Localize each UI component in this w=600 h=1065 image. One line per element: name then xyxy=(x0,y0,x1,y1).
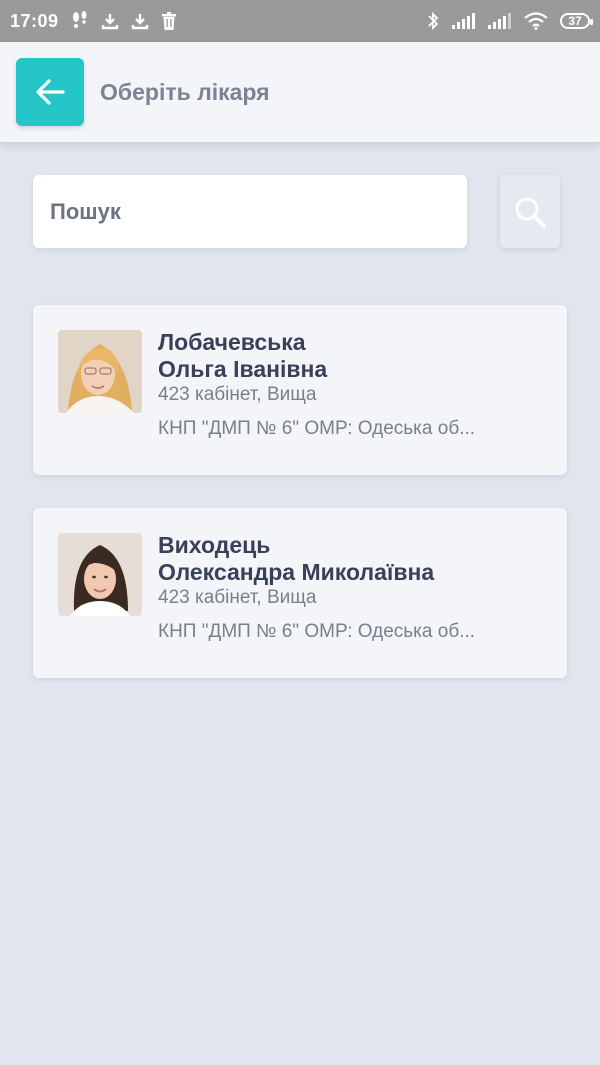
arrow-left-icon xyxy=(35,79,65,105)
footsteps-icon xyxy=(71,11,89,31)
doctor-cabinet: 423 кабінет, Вища xyxy=(158,384,317,405)
doctor-info: Лобачевська Ольга Іванівна 423 кабінет, … xyxy=(158,329,548,441)
signal-icon xyxy=(452,13,476,29)
doctor-name-line2: Ольга Іванівна xyxy=(158,356,328,382)
doctor-organization: КНП "ДМП № 6" ОМР: Одеська об... xyxy=(158,418,476,439)
doctor-card[interactable]: Виходець Олександра Миколаївна 423 кабін… xyxy=(33,508,567,678)
wifi-icon xyxy=(524,12,548,30)
status-bar: 17:09 37 xyxy=(0,0,600,42)
status-time: 17:09 xyxy=(10,10,59,31)
search-button[interactable] xyxy=(500,175,560,248)
search-input[interactable] xyxy=(33,175,467,248)
doctor-name-line2: Олександра Миколаївна xyxy=(158,559,435,585)
doctor-name-line1: Лобачевська xyxy=(158,329,306,355)
status-bar-right: 37 xyxy=(426,11,593,31)
avatar xyxy=(58,330,142,413)
doctor-card[interactable]: Лобачевська Ольга Іванівна 423 кабінет, … xyxy=(33,305,567,475)
download-icon xyxy=(101,12,119,30)
battery-icon: 37 xyxy=(560,13,593,29)
avatar xyxy=(58,533,142,616)
back-button[interactable] xyxy=(16,58,84,126)
page-title: Оберіть лікаря xyxy=(100,78,270,105)
trash-icon xyxy=(161,12,177,30)
download-icon xyxy=(131,12,149,30)
doctor-name-line1: Виходець xyxy=(158,532,271,558)
doctor-organization: КНП "ДМП № 6" ОМР: Одеська об... xyxy=(158,621,476,642)
doctor-info: Виходець Олександра Миколаївна 423 кабін… xyxy=(158,532,548,644)
app-header: Оберіть лікаря xyxy=(0,42,600,142)
signal-icon xyxy=(488,13,512,29)
bluetooth-icon xyxy=(426,11,440,31)
status-bar-left: 17:09 xyxy=(10,11,177,32)
search-icon xyxy=(513,195,547,229)
doctor-cabinet: 423 кабінет, Вища xyxy=(158,587,317,608)
